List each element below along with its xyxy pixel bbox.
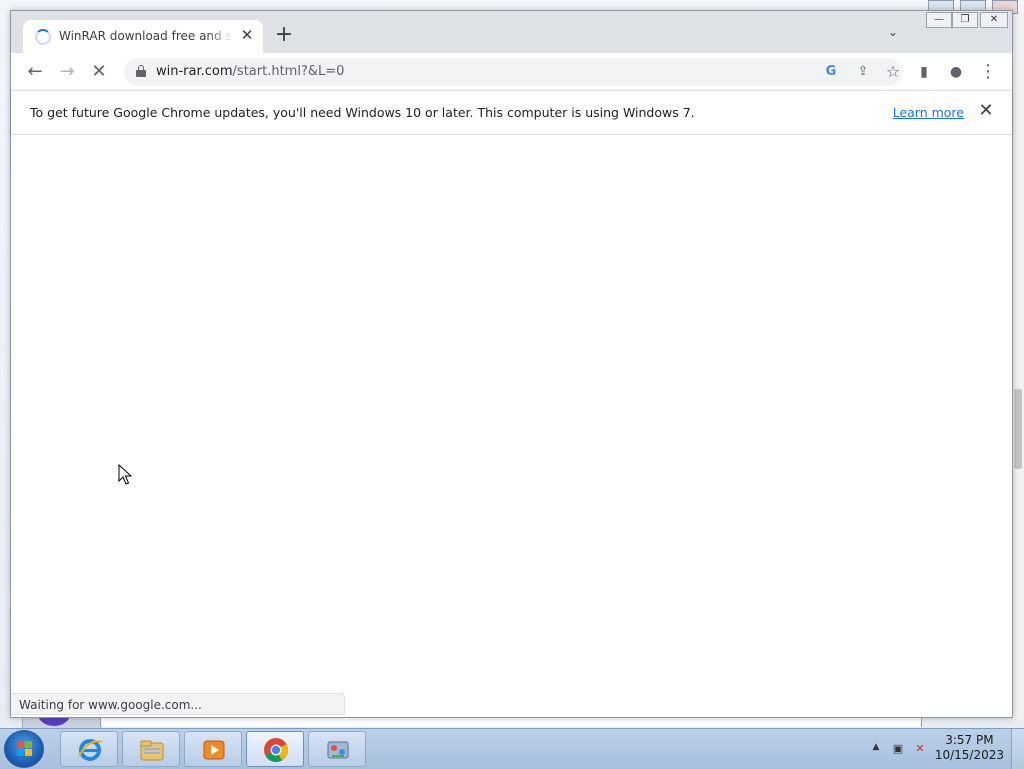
loading-spinner-icon <box>35 29 51 45</box>
tab-strip: WinRAR download free and support ✕ + ⌄ —… <box>11 11 1012 53</box>
infobar-message: To get future Google Chrome updates, you… <box>30 105 695 120</box>
tab-close-icon[interactable]: ✕ <box>239 27 255 43</box>
menu-kebab-icon[interactable]: ⋮ <box>975 59 1001 85</box>
new-tab-button[interactable]: + <box>273 24 295 47</box>
close-button[interactable]: ✕ <box>980 12 1008 28</box>
show-desktop-button[interactable] <box>1011 729 1024 769</box>
stop-loading-button[interactable]: ✕ <box>86 59 112 85</box>
tab-active[interactable]: WinRAR download free and support ✕ <box>23 20 263 53</box>
taskbar-media-player[interactable] <box>184 731 242 767</box>
volume-muted-icon[interactable]: ✕ <box>912 742 928 756</box>
address-bar[interactable]: win-rar.com/start.html?&L=0 G ⇪ ☆ <box>124 58 902 86</box>
taskbar-internet-explorer[interactable] <box>60 731 118 767</box>
url-path: /start.html?&L=0 <box>232 64 345 79</box>
network-icon[interactable]: ▣ <box>890 742 906 756</box>
side-panel-icon[interactable]: ▮ <box>911 59 937 85</box>
chrome-icon <box>264 738 288 763</box>
back-button[interactable]: ← <box>22 59 48 85</box>
tab-search-button[interactable]: ⌄ <box>884 25 902 43</box>
restore-button[interactable]: ❐ <box>952 12 978 28</box>
share-icon[interactable]: ⇪ <box>854 63 872 81</box>
clock-time: 3:57 PM <box>945 733 994 747</box>
background-scrollbar-thumb[interactable] <box>1014 389 1022 469</box>
profile-avatar-icon[interactable]: ● <box>943 59 969 85</box>
status-bubble: Waiting for www.google.com... <box>11 693 345 715</box>
minimize-button[interactable]: — <box>926 12 952 28</box>
page-content[interactable]: Waiting for www.google.com... <box>11 135 1012 717</box>
show-hidden-icons-icon[interactable]: ▲ <box>868 742 884 756</box>
browser-toolbar: ← → ✕ win-rar.com/start.html?&L=0 G ⇪ ☆ … <box>11 53 1012 90</box>
taskbar-control-panel[interactable] <box>308 731 366 767</box>
system-tray: ▲ ▣ ✕ 3:57 PM 10/15/2023 <box>864 729 1024 769</box>
taskbar-windows-explorer[interactable] <box>122 731 180 767</box>
lock-icon[interactable] <box>136 65 146 77</box>
mouse-cursor-icon <box>118 464 132 485</box>
url-text[interactable]: win-rar.com/start.html?&L=0 <box>156 64 344 79</box>
taskbar-google-chrome[interactable] <box>246 731 304 767</box>
infobar-close-icon[interactable]: ✕ <box>976 101 996 121</box>
clock[interactable]: 3:57 PM 10/15/2023 <box>935 733 1004 763</box>
windows-logo-icon <box>17 741 33 757</box>
control-panel-icon <box>327 741 349 759</box>
learn-more-link[interactable]: Learn more <box>893 105 964 120</box>
start-button[interactable] <box>4 730 44 768</box>
update-infobar: To get future Google Chrome updates, you… <box>11 90 1012 135</box>
url-host: win-rar.com <box>156 64 233 79</box>
clock-date: 10/15/2023 <box>934 748 1004 762</box>
tab-title: WinRAR download free and support <box>59 29 233 43</box>
internet-explorer-icon <box>78 739 103 761</box>
google-lens-icon[interactable]: G <box>822 63 840 81</box>
forward-button[interactable]: → <box>54 59 80 85</box>
taskbar: ▲ ▣ ✕ 3:57 PM 10/15/2023 <box>0 728 1024 769</box>
folder-icon <box>140 740 164 761</box>
bookmark-star-icon[interactable]: ☆ <box>884 63 902 81</box>
chrome-window: WinRAR download free and support ✕ + ⌄ —… <box>10 10 1013 718</box>
media-player-icon <box>203 740 225 760</box>
